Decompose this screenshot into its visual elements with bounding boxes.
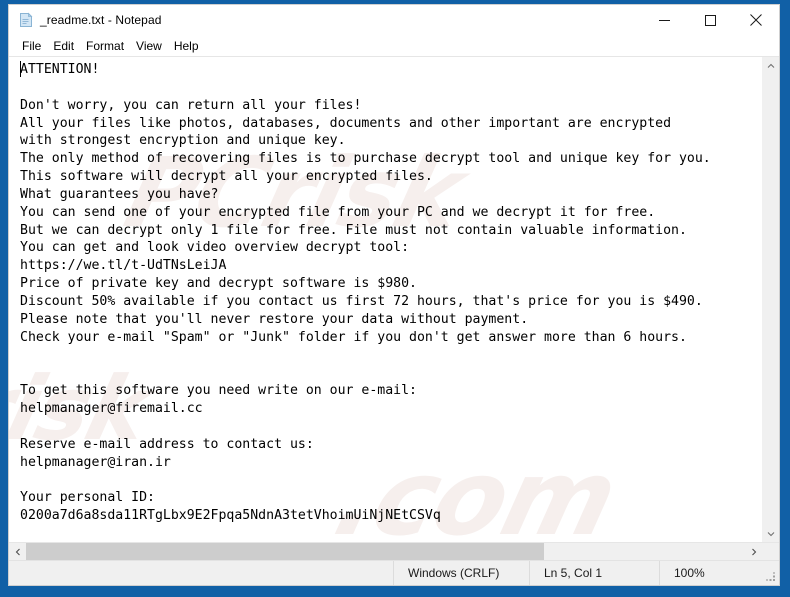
menu-item-edit[interactable]: Edit [47, 37, 80, 55]
menu-item-help[interactable]: Help [168, 37, 205, 55]
desktop-background: _readme.txt - Notepad File Edit Format V… [0, 0, 790, 597]
menu-item-format[interactable]: Format [80, 37, 130, 55]
horizontal-scroll-track[interactable] [26, 543, 745, 560]
editor-row: PCrisk .com risk ATTENTION! Don't worry,… [9, 57, 779, 542]
scroll-up-button[interactable] [762, 57, 779, 74]
chevron-left-icon [15, 548, 20, 555]
maximize-icon [704, 14, 716, 26]
editor-area: PCrisk .com risk ATTENTION! Don't worry,… [9, 56, 779, 560]
chevron-up-icon [767, 63, 774, 68]
scrollbar-corner [762, 543, 779, 560]
window-title: _readme.txt - Notepad [40, 13, 162, 27]
title-bar-left: _readme.txt - Notepad [9, 12, 641, 28]
menu-bar: File Edit Format View Help [9, 35, 779, 56]
text-editor[interactable]: PCrisk .com risk ATTENTION! Don't worry,… [9, 57, 761, 542]
ransom-note-text: ATTENTION! Don't worry, you can return a… [20, 62, 711, 524]
menu-item-file[interactable]: File [16, 37, 47, 55]
status-cursor-position: Ln 5, Col 1 [529, 561, 659, 585]
notepad-window: _readme.txt - Notepad File Edit Format V… [8, 4, 780, 586]
chevron-right-icon [751, 548, 756, 555]
status-line-ending: Windows (CRLF) [393, 561, 529, 585]
horizontal-scroll-thumb[interactable] [26, 543, 544, 560]
resize-grip-icon[interactable] [764, 570, 776, 582]
scroll-down-button[interactable] [762, 525, 779, 542]
status-bar: Windows (CRLF) Ln 5, Col 1 100% [9, 560, 779, 585]
status-zoom-level: 100% [659, 561, 779, 585]
chevron-down-icon [767, 531, 774, 536]
close-icon [750, 14, 762, 26]
minimize-icon [658, 19, 670, 21]
maximize-button[interactable] [687, 5, 733, 35]
close-button[interactable] [733, 5, 779, 35]
menu-item-view[interactable]: View [130, 37, 168, 55]
title-bar: _readme.txt - Notepad [9, 5, 779, 35]
notepad-icon [18, 12, 34, 28]
text-caret [20, 61, 21, 77]
scroll-right-button[interactable] [745, 543, 762, 560]
horizontal-scrollbar[interactable] [9, 542, 779, 560]
minimize-button[interactable] [641, 5, 687, 35]
scroll-left-button[interactable] [9, 543, 26, 560]
vertical-scrollbar[interactable] [761, 57, 779, 542]
